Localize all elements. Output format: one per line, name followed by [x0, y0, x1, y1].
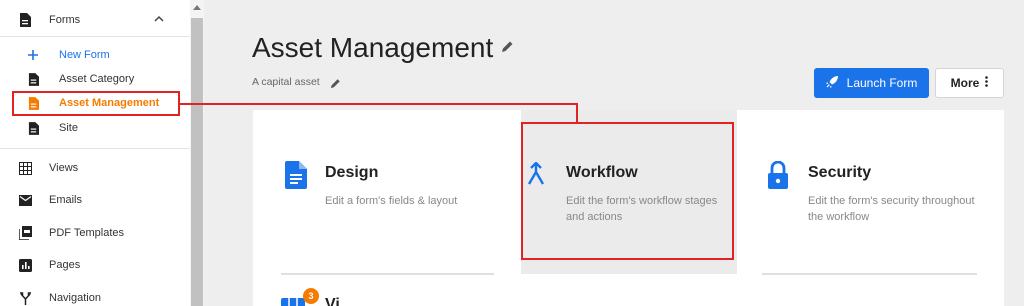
- connector-line: [180, 103, 578, 105]
- sidebar-item-asset-category[interactable]: Asset Category: [0, 70, 190, 88]
- page-subtitle: A capital asset: [252, 76, 320, 88]
- plus-icon: [26, 48, 40, 62]
- edit-title-pencil-icon[interactable]: [501, 40, 514, 58]
- pages-icon: [18, 258, 32, 272]
- sidebar-item-navigation[interactable]: Navigation: [0, 289, 190, 306]
- chevron-up-icon[interactable]: [152, 12, 166, 31]
- security-card[interactable]: Security Edit the form's security throug…: [737, 110, 1004, 274]
- card-title: Design: [325, 164, 379, 181]
- launch-form-label: Launch Form: [846, 76, 918, 90]
- scroll-up-arrow-icon[interactable]: [190, 0, 204, 14]
- document-icon: [26, 72, 40, 86]
- workflow-card[interactable]: Workflow Edit the form's workflow stages…: [521, 110, 737, 274]
- form-settings-panel: Design Edit a form's fields & layout Wor…: [253, 110, 1004, 306]
- sidebar-item-site[interactable]: Site: [0, 119, 190, 137]
- sidebar-item-pdf-templates[interactable]: PDF Templates: [0, 224, 190, 242]
- sidebar-item-label: PDF Templates: [49, 227, 124, 239]
- page-title: Asset Management: [252, 32, 494, 63]
- card-description: Edit a form's fields & layout: [325, 195, 458, 207]
- edit-subtitle-pencil-icon[interactable]: [330, 76, 341, 94]
- card-title: Workflow: [566, 164, 638, 181]
- sidebar-item-pages[interactable]: Pages: [0, 256, 190, 274]
- navigation-icon: [18, 291, 32, 305]
- sidebar-item-emails[interactable]: Emails: [0, 191, 190, 209]
- sidebar-item-label: Views: [49, 162, 79, 174]
- merge-icon: [523, 160, 549, 190]
- sidebar-item-label: Pages: [49, 259, 81, 271]
- lock-icon: [765, 160, 791, 190]
- new-form-label: New Form: [59, 49, 110, 61]
- document-icon: [26, 96, 40, 110]
- scrollbar-thumb[interactable]: [191, 18, 203, 306]
- card-title: Vi: [325, 296, 340, 306]
- rocket-icon: [825, 75, 839, 91]
- sidebar-section-label: Forms: [49, 14, 81, 26]
- pdf-icon: [18, 226, 32, 240]
- document-icon: [283, 160, 309, 190]
- sidebar: Forms New Form Asset Category Asset Mana…: [0, 0, 190, 306]
- sidebar-item-label: Asset Category: [59, 73, 135, 85]
- notification-badge: 3: [303, 288, 319, 304]
- divider: [0, 148, 190, 149]
- sidebar-item-label: Asset Management: [59, 97, 160, 109]
- card-divider: [281, 273, 494, 275]
- launch-form-button[interactable]: Launch Form: [814, 68, 929, 98]
- mail-icon: [18, 193, 32, 207]
- connector-line: [576, 104, 578, 123]
- sidebar-item-label: Emails: [49, 194, 83, 206]
- divider: [0, 36, 190, 37]
- more-label: More: [950, 76, 980, 90]
- views-icon: [281, 298, 305, 306]
- new-form-button[interactable]: New Form: [0, 46, 190, 64]
- sidebar-item-asset-management[interactable]: Asset Management: [0, 94, 190, 112]
- main-content: Asset Management A capital asset Launch …: [204, 0, 1024, 306]
- grid-icon: [18, 161, 32, 175]
- sidebar-item-label: Navigation: [49, 292, 101, 304]
- sidebar-section-forms[interactable]: Forms: [0, 10, 190, 30]
- document-icon: [18, 13, 32, 27]
- design-card[interactable]: Design Edit a form's fields & layout: [253, 110, 521, 274]
- document-icon: [26, 121, 40, 135]
- card-description: Edit the form's security throughout the …: [808, 195, 975, 223]
- card-divider: [762, 273, 977, 275]
- sidebar-item-label: Site: [59, 122, 78, 134]
- card-description: Edit the form's workflow stages and acti…: [566, 195, 718, 223]
- more-button[interactable]: More: [935, 68, 1004, 98]
- card-title: Security: [808, 164, 872, 181]
- more-vert-icon: [985, 76, 989, 90]
- sidebar-item-views[interactable]: Views: [0, 159, 190, 177]
